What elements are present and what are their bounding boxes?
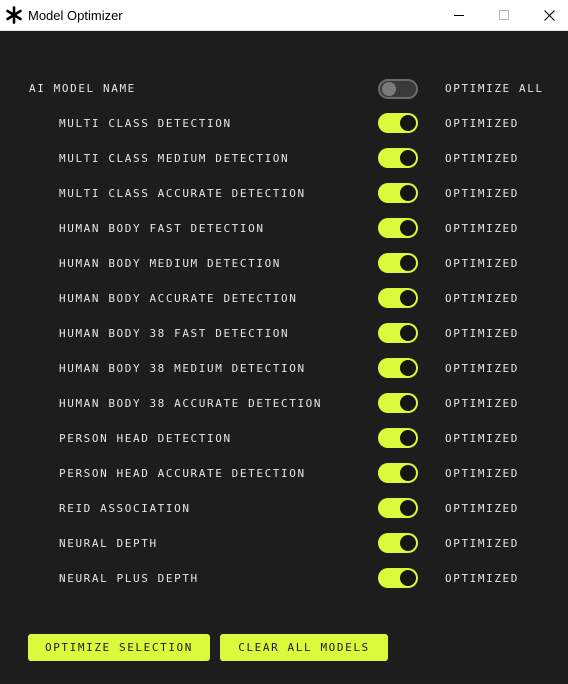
model-toggle[interactable] — [378, 393, 418, 413]
model-toggle[interactable] — [378, 428, 418, 448]
model-status-label: OPTIMIZED — [445, 292, 520, 305]
model-status-label: OPTIMIZED — [445, 467, 520, 480]
model-toggle[interactable] — [378, 113, 418, 133]
close-icon — [544, 10, 555, 21]
window-title: Model Optimizer — [28, 8, 123, 23]
model-name-label: HUMAN BODY FAST DETECTION — [59, 222, 265, 235]
model-name-header: AI MODEL NAME — [29, 82, 136, 95]
model-status-label: OPTIMIZED — [445, 397, 520, 410]
model-name-label: MULTI CLASS ACCURATE DETECTION — [59, 187, 306, 200]
model-status-label: OPTIMIZED — [445, 222, 520, 235]
model-name-label: NEURAL DEPTH — [59, 537, 158, 550]
model-toggle[interactable] — [378, 533, 418, 553]
model-name-label: HUMAN BODY 38 MEDIUM DETECTION — [59, 362, 306, 375]
model-name-label: HUMAN BODY 38 FAST DETECTION — [59, 327, 290, 340]
model-name-label: HUMAN BODY 38 ACCURATE DETECTION — [59, 397, 323, 410]
model-toggle[interactable] — [378, 218, 418, 238]
app-asterisk-icon — [6, 6, 22, 24]
minimize-button[interactable] — [437, 0, 483, 31]
close-button[interactable] — [527, 0, 568, 31]
toggle-knob — [400, 185, 416, 201]
toggle-knob — [400, 255, 416, 271]
toggle-knob — [400, 325, 416, 341]
toggle-knob — [400, 535, 416, 551]
model-status-label: OPTIMIZED — [445, 152, 520, 165]
maximize-icon — [499, 10, 509, 20]
model-status-label: OPTIMIZED — [445, 502, 520, 515]
model-toggle[interactable] — [378, 288, 418, 308]
optimize-all-toggle[interactable] — [378, 79, 418, 99]
model-status-label: OPTIMIZED — [445, 327, 520, 340]
model-status-label: OPTIMIZED — [445, 572, 520, 585]
toggle-knob — [382, 82, 396, 96]
model-status-label: OPTIMIZED — [445, 257, 520, 270]
model-name-label: PERSON HEAD DETECTION — [59, 432, 232, 445]
model-name-label: PERSON HEAD ACCURATE DETECTION — [59, 467, 306, 480]
model-name-label: HUMAN BODY MEDIUM DETECTION — [59, 257, 282, 270]
toggle-knob — [400, 395, 416, 411]
model-toggle[interactable] — [378, 358, 418, 378]
toggle-knob — [400, 220, 416, 236]
model-name-label: HUMAN BODY ACCURATE DETECTION — [59, 292, 298, 305]
optimize-selection-button[interactable]: OPTIMIZE SELECTION — [28, 634, 210, 661]
model-name-label: NEURAL PLUS DEPTH — [59, 572, 199, 585]
model-status-label: OPTIMIZED — [445, 432, 520, 445]
model-name-label: REID ASSOCIATION — [59, 502, 191, 515]
model-status-label: OPTIMIZED — [445, 117, 520, 130]
toggle-knob — [400, 115, 416, 131]
clear-all-models-button[interactable]: CLEAR ALL MODELS — [220, 634, 388, 661]
model-toggle[interactable] — [378, 323, 418, 343]
minimize-icon — [454, 15, 464, 16]
maximize-button[interactable] — [482, 0, 528, 31]
model-status-label: OPTIMIZED — [445, 537, 520, 550]
toggle-knob — [400, 360, 416, 376]
toggle-knob — [400, 290, 416, 306]
toggle-knob — [400, 430, 416, 446]
model-toggle[interactable] — [378, 498, 418, 518]
model-toggle[interactable] — [378, 183, 418, 203]
model-status-label: OPTIMIZED — [445, 187, 520, 200]
model-toggle[interactable] — [378, 148, 418, 168]
model-toggle[interactable] — [378, 253, 418, 273]
model-name-label: MULTI CLASS DETECTION — [59, 117, 232, 130]
model-toggle[interactable] — [378, 568, 418, 588]
toggle-knob — [400, 500, 416, 516]
toggle-knob — [400, 150, 416, 166]
toggle-knob — [400, 465, 416, 481]
model-status-label: OPTIMIZED — [445, 362, 520, 375]
toggle-knob — [400, 570, 416, 586]
model-name-label: MULTI CLASS MEDIUM DETECTION — [59, 152, 290, 165]
optimize-all-label: OPTIMIZE ALL — [445, 82, 544, 95]
title-bar: Model Optimizer — [0, 0, 568, 31]
model-toggle[interactable] — [378, 463, 418, 483]
